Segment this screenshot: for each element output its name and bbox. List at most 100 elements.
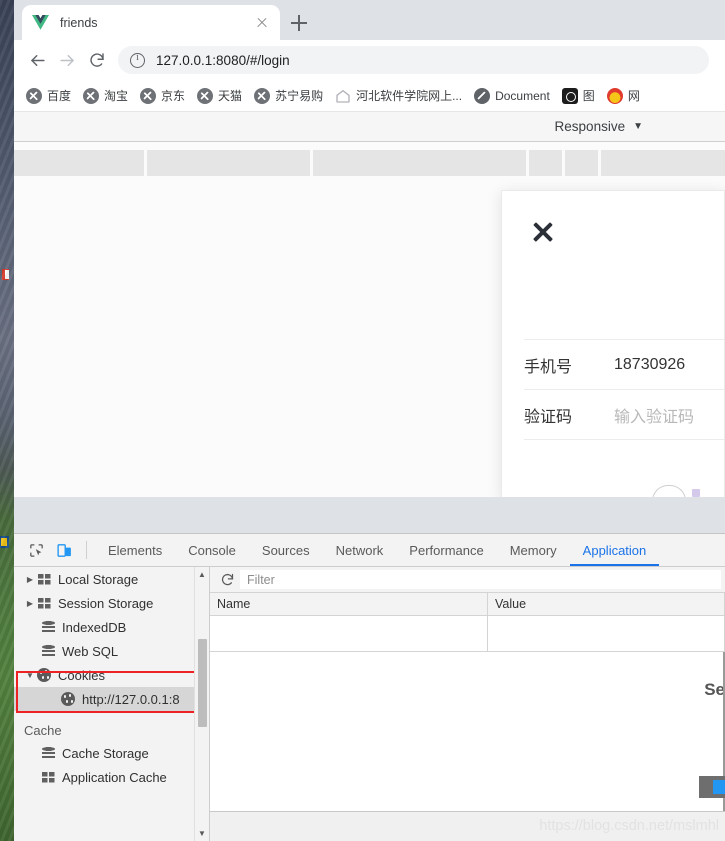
- captcha-input-placeholder[interactable]: 输入验证码: [614, 403, 694, 427]
- sidebar-section-cache: Cache: [24, 723, 62, 738]
- bookmark-label: 百度: [47, 89, 72, 103]
- segment-block: [313, 150, 526, 176]
- plus-icon[interactable]: [286, 10, 312, 36]
- tab-console[interactable]: Console: [175, 534, 249, 566]
- devtools-panel: Elements Console Sources Network Perform…: [14, 533, 725, 841]
- tab-network[interactable]: Network: [323, 534, 397, 566]
- bookmark-item[interactable]: 天猫: [191, 84, 248, 108]
- grid-icon: [36, 597, 52, 609]
- sidebar-item-label: Cookies: [58, 667, 105, 683]
- segment-block: [565, 150, 598, 176]
- bookmark-label: Document: [495, 88, 550, 103]
- status-chip-icon: [699, 776, 725, 798]
- scroll-down-icon[interactable]: ▼: [195, 826, 209, 841]
- chevron-right-icon[interactable]: ▶: [24, 575, 36, 584]
- tab-performance[interactable]: Performance: [396, 534, 496, 566]
- browser-tab[interactable]: friends: [22, 5, 280, 40]
- devtools-body: ▶ Local Storage ▶ Session Storage Indexe…: [14, 567, 725, 841]
- bookmark-item[interactable]: 淘宝: [77, 84, 134, 108]
- bookmark-item[interactable]: 苏宁易购: [248, 84, 329, 108]
- url-text: 127.0.0.1:8080/#/login: [156, 52, 290, 68]
- form-row-phone[interactable]: 手机号 18730926: [524, 339, 724, 389]
- refresh-icon[interactable]: [214, 569, 240, 591]
- reload-icon[interactable]: [82, 45, 112, 75]
- chevron-down-icon[interactable]: ▼: [633, 121, 643, 132]
- bookmark-item[interactable]: 图: [556, 84, 601, 108]
- tab-application[interactable]: Application: [570, 534, 660, 566]
- back-arrow-icon[interactable]: [22, 45, 52, 75]
- application-sidebar: ▶ Local Storage ▶ Session Storage Indexe…: [14, 567, 210, 841]
- device-emulation-toolbar: Responsive ▼: [14, 112, 725, 142]
- cell-name[interactable]: [210, 616, 488, 651]
- form-row-captcha[interactable]: 验证码 输入验证码: [524, 389, 724, 439]
- close-x-icon[interactable]: [530, 219, 556, 245]
- sidebar-item-cache-storage[interactable]: Cache Storage: [14, 741, 209, 765]
- tab-title: friends: [60, 15, 98, 30]
- sidebar-item-cookies[interactable]: ▼ Cookies: [14, 663, 209, 687]
- bookmark-label: 淘宝: [104, 89, 129, 103]
- grid-icon: [40, 771, 56, 783]
- sidebar-item-application-cache[interactable]: Application Cache: [14, 765, 209, 789]
- address-bar[interactable]: 127.0.0.1:8080/#/login: [118, 46, 709, 74]
- close-icon[interactable]: [254, 15, 270, 31]
- table-row[interactable]: [210, 616, 725, 652]
- vue-logo-icon: [32, 15, 49, 30]
- form-row-divider: [524, 439, 724, 440]
- tab-memory[interactable]: Memory: [497, 534, 570, 566]
- bookmark-item[interactable]: 网: [601, 84, 646, 108]
- sidebar-item-local-storage[interactable]: ▶ Local Storage: [14, 567, 209, 591]
- sidebar-item-session-storage[interactable]: ▶ Session Storage: [14, 591, 209, 615]
- tab-sources[interactable]: Sources: [249, 534, 323, 566]
- device-preset-label[interactable]: Responsive: [555, 119, 626, 134]
- cell-value[interactable]: [488, 616, 725, 651]
- desktop-icon-marker-1: [2, 269, 9, 280]
- scroll-up-icon[interactable]: ▲: [195, 567, 209, 582]
- database-icon: [40, 645, 56, 657]
- bookmark-label: 河北软件学院网上...: [356, 89, 463, 103]
- cookie-icon: [36, 668, 52, 682]
- globe-icon: [26, 87, 42, 104]
- bookmark-item[interactable]: 京东: [134, 84, 191, 108]
- bookmark-label: 京东: [161, 89, 186, 103]
- cookies-empty-area: Se: [210, 652, 725, 811]
- sidebar-scrollbar[interactable]: ▲ ▼: [194, 567, 209, 841]
- device-toolbar-icon[interactable]: [50, 536, 78, 564]
- table-header-row: Name Value: [210, 593, 725, 616]
- sidebar-item-label: Cache Storage: [62, 745, 149, 761]
- tab-elements[interactable]: Elements: [95, 534, 175, 566]
- watermark-text: https://blog.csdn.net/mslmhl: [539, 818, 719, 834]
- sidebar-item-label: http://127.0.0.1:8: [82, 691, 180, 707]
- tab-strip: friends: [14, 0, 725, 40]
- bookmark-item[interactable]: 百度: [20, 84, 77, 108]
- column-header-value[interactable]: Value: [488, 593, 725, 615]
- sidebar-item-label: Application Cache: [62, 769, 167, 785]
- scrollbar-thumb[interactable]: [198, 639, 207, 727]
- globe-icon: [254, 87, 271, 104]
- phone-input-value[interactable]: 18730926: [614, 356, 685, 374]
- chevron-down-icon[interactable]: ▼: [24, 671, 36, 680]
- cookie-icon: [60, 692, 76, 706]
- footer-dot-decoration: [692, 489, 700, 497]
- login-modal: 手机号 18730926 验证码 输入验证码: [501, 190, 725, 497]
- browser-window: friends 127.0.0.1:8080/#/login: [14, 0, 725, 841]
- sidebar-item-cookie-origin[interactable]: http://127.0.0.1:8: [14, 687, 209, 711]
- inspect-cursor-icon[interactable]: [22, 536, 50, 564]
- bookmark-item[interactable]: 河北软件学院网上...: [329, 84, 468, 108]
- navigation-toolbar: 127.0.0.1:8080/#/login: [14, 40, 725, 80]
- sidebar-item-indexeddb[interactable]: IndexedDB: [14, 615, 209, 639]
- sidebar-item-web-sql[interactable]: Web SQL: [14, 639, 209, 663]
- sidebar-item-label: Session Storage: [58, 595, 154, 611]
- bookmark-item[interactable]: Document: [468, 84, 556, 108]
- bookmark-label: 图: [582, 89, 595, 103]
- captcha-label: 验证码: [524, 406, 573, 426]
- filter-input[interactable]: [240, 570, 721, 589]
- chevron-right-icon[interactable]: ▶: [24, 599, 36, 608]
- home-icon: [335, 88, 351, 104]
- database-icon: [40, 621, 56, 633]
- segment-block: [529, 150, 562, 176]
- cookies-pane: Name Value Se https://blog.csdn.net/mslm…: [210, 567, 725, 841]
- column-header-name[interactable]: Name: [210, 593, 488, 615]
- segment-block: [147, 150, 310, 176]
- forward-arrow-icon[interactable]: [52, 45, 82, 75]
- info-circle-icon[interactable]: [130, 52, 145, 68]
